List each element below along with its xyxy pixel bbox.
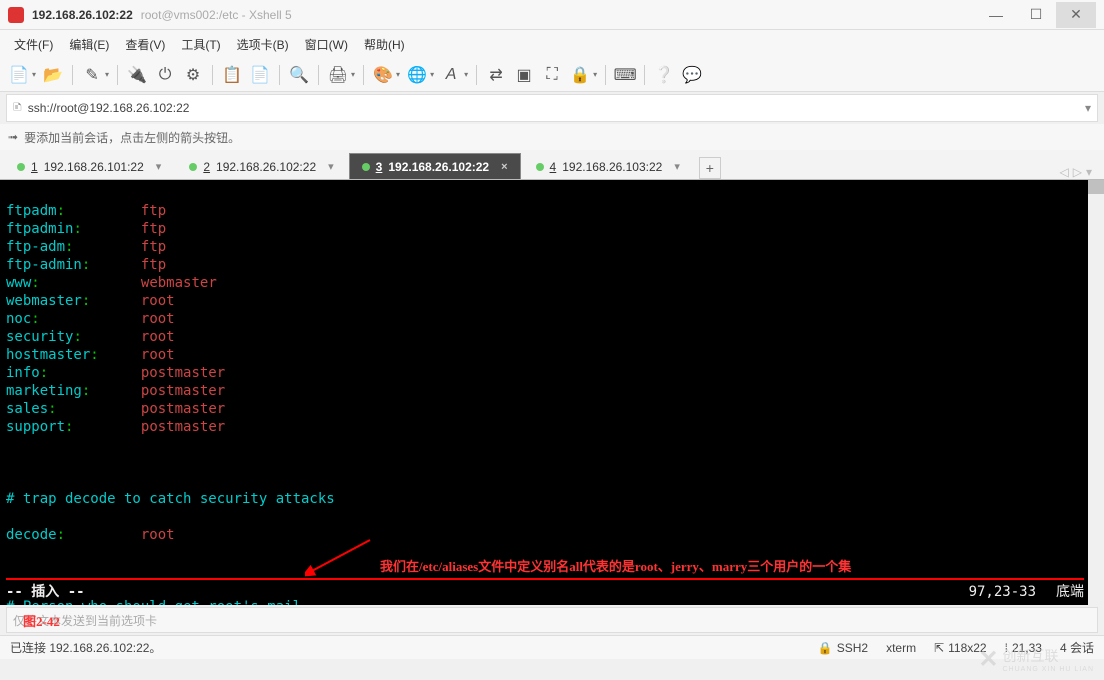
status-term: xterm <box>886 641 916 655</box>
hint-arrow-icon[interactable]: ➟ <box>8 130 18 144</box>
disconnect-icon[interactable]: ⏻ <box>154 64 176 86</box>
menu-tabs[interactable]: 选项卡(B) <box>231 32 295 57</box>
tab-nav: ◁ ▷ ▾ <box>1060 165 1101 179</box>
hint-bar: ➟ 要添加当前会话，点击左侧的箭头按钮。 <box>0 124 1104 150</box>
status-dot-icon <box>536 163 544 171</box>
help-icon[interactable]: ❔ <box>653 64 675 86</box>
alias-line: noc: root <box>6 310 1098 328</box>
size-icon: ⇱ <box>934 641 944 655</box>
colors-icon[interactable]: 🎨 <box>372 64 394 86</box>
lock-small-icon: 🔒 <box>818 641 833 655</box>
maximize-button[interactable]: ☐ <box>1016 2 1056 28</box>
find-icon[interactable]: 🔍 <box>288 64 310 86</box>
alias-line: ftpadm: ftp <box>6 202 1098 220</box>
send-input-bar[interactable]: 仅将文本发送到当前选项卡 图2-42 <box>6 607 1098 633</box>
copy-icon[interactable]: 📋 <box>221 64 243 86</box>
titlebar: 192.168.26.102:22 root@vms002:/etc - Xsh… <box>0 0 1104 30</box>
edit-icon[interactable]: ✎ <box>81 64 103 86</box>
minimize-button[interactable]: — <box>976 2 1016 28</box>
menu-file[interactable]: 文件(F) <box>8 32 59 57</box>
status-dot-icon <box>17 163 25 171</box>
figure-label: 图2-42 <box>23 611 60 630</box>
status-connection: 已连接 192.168.26.102:22。 <box>10 639 161 656</box>
alias-line: security: root <box>6 328 1098 346</box>
app-icon <box>8 7 24 23</box>
menu-tools[interactable]: 工具(T) <box>175 32 226 57</box>
tab-close-icon[interactable]: × <box>501 161 507 173</box>
chat-icon[interactable]: 💬 <box>681 64 703 86</box>
alias-line: ftp-adm: ftp <box>6 238 1098 256</box>
font-icon[interactable]: A <box>440 64 462 86</box>
menu-help[interactable]: 帮助(H) <box>358 32 411 57</box>
alias-line: ftp-admin: ftp <box>6 256 1098 274</box>
fullscreen-icon[interactable]: ⛶ <box>541 64 563 86</box>
title-host: 192.168.26.102:22 <box>32 8 133 22</box>
paste-icon[interactable]: 📄 <box>249 64 271 86</box>
tab-bar: 1 192.168.26.101:22 ▾ 2 192.168.26.102:2… <box>0 150 1104 180</box>
terminal-icon[interactable]: ▣ <box>513 64 535 86</box>
alias-line: support: postmaster <box>6 418 1098 436</box>
add-tab-button[interactable]: + <box>699 157 721 179</box>
reconnect-icon[interactable]: 🔌 <box>126 64 148 86</box>
tab-dropdown-icon[interactable]: ▾ <box>156 160 162 173</box>
status-bar: 已连接 192.168.26.102:22。 🔒SSH2 xterm ⇱118x… <box>0 635 1104 659</box>
alias-line: sales: postmaster <box>6 400 1098 418</box>
tab-dropdown-icon[interactable]: ▾ <box>328 160 334 173</box>
session-tab-2[interactable]: 2 192.168.26.102:22 ▾ <box>176 153 346 179</box>
address-bar[interactable]: 🗈 ssh://root@192.168.26.102:22 ▾ <box>6 94 1098 122</box>
toolbar: 📄▾ 📂 ✎▾ 🔌 ⏻ ⚙ 📋 📄 🔍 🖨▾ 🎨▾ 🌐▾ A▾ ⇄ ▣ ⛶ 🔒▾… <box>0 58 1104 92</box>
vim-status-line: -- 插入 -- 97,23-33 底端 <box>6 583 1084 601</box>
tab-list-icon[interactable]: ▾ <box>1086 165 1092 179</box>
menubar: 文件(F) 编辑(E) 查看(V) 工具(T) 选项卡(B) 窗口(W) 帮助(… <box>0 30 1104 58</box>
alias-line: hostmaster: root <box>6 346 1098 364</box>
session-tab-1[interactable]: 1 192.168.26.101:22 ▾ <box>4 153 174 179</box>
menu-window[interactable]: 窗口(W) <box>299 32 354 57</box>
alias-line: www: webmaster <box>6 274 1098 292</box>
print-icon[interactable]: 🖨 <box>327 64 349 86</box>
open-icon[interactable]: 📂 <box>42 64 64 86</box>
lock-icon[interactable]: 🔒 <box>569 64 591 86</box>
session-tab-3[interactable]: 3 192.168.26.102:22 × <box>349 153 521 179</box>
alias-line: ftpadmin: ftp <box>6 220 1098 238</box>
alias-line: webmaster: root <box>6 292 1098 310</box>
keyboard-icon[interactable]: ⌨ <box>614 64 636 86</box>
alias-line: marketing: postmaster <box>6 382 1098 400</box>
watermark: ✕ 创新互联 CHUANG XIN HU LIAN <box>978 645 1094 674</box>
arrow-annotation-icon <box>305 538 375 578</box>
transfer-icon[interactable]: ⇄ <box>485 64 507 86</box>
globe-icon[interactable]: 🌐 <box>406 64 428 86</box>
tab-dropdown-icon[interactable]: ▾ <box>674 160 680 173</box>
title-subtitle: root@vms002:/etc - Xshell 5 <box>141 8 292 22</box>
tab-prev-icon[interactable]: ◁ <box>1060 165 1069 179</box>
tab-next-icon[interactable]: ▷ <box>1073 165 1082 179</box>
address-dropdown-icon[interactable]: ▾ <box>1085 101 1091 115</box>
address-url: ssh://root@192.168.26.102:22 <box>28 101 1079 115</box>
session-tab-4[interactable]: 4 192.168.26.103:22 ▾ <box>523 153 693 179</box>
terminal[interactable]: ftpadm: ftpftpadmin: ftpftp-adm: ftpftp-… <box>0 180 1104 605</box>
new-session-icon[interactable]: 📄 <box>8 64 30 86</box>
menu-edit[interactable]: 编辑(E) <box>63 32 115 57</box>
alias-line: info: postmaster <box>6 364 1098 382</box>
status-dot-icon <box>362 163 370 171</box>
status-dot-icon <box>189 163 197 171</box>
hint-text: 要添加当前会话，点击左侧的箭头按钮。 <box>24 129 240 146</box>
menu-view[interactable]: 查看(V) <box>119 32 171 57</box>
properties-icon[interactable]: ⚙ <box>182 64 204 86</box>
close-button[interactable]: ✕ <box>1056 2 1096 28</box>
terminal-scrollbar[interactable] <box>1088 180 1104 605</box>
scrollbar-thumb[interactable] <box>1088 180 1104 194</box>
address-lock-icon: 🗈 <box>13 98 22 119</box>
comment: # trap decode to catch security attacks <box>6 491 335 507</box>
